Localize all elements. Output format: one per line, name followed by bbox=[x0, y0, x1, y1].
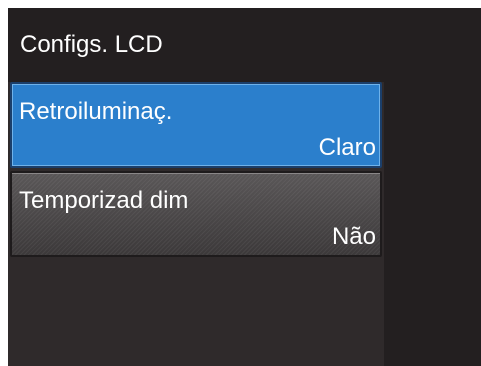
settings-list: Retroiluminaç. Claro Temporizad dim Não bbox=[8, 82, 384, 366]
menu-item-value: Não bbox=[331, 223, 376, 250]
menu-item-value: Claro bbox=[318, 134, 376, 161]
menu-item-label: Temporizad dim bbox=[19, 187, 189, 214]
page-title: Configs. LCD bbox=[20, 31, 163, 58]
menu-item-backlight[interactable]: Retroiluminaç. Claro bbox=[10, 82, 382, 168]
title-bar: Configs. LCD bbox=[8, 8, 481, 78]
menu-item-dim-timer[interactable]: Temporizad dim Não bbox=[10, 171, 382, 257]
menu-item-label: Retroiluminaç. bbox=[19, 98, 173, 125]
lcd-screen: Configs. LCD Retroiluminaç. Claro Tempor… bbox=[8, 8, 481, 366]
side-panel bbox=[384, 78, 481, 366]
